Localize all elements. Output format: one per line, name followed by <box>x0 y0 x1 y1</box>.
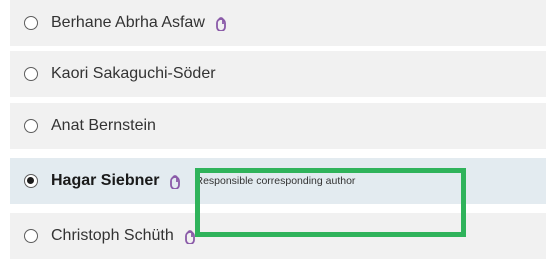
author-name: Hagar Siebner <box>51 172 160 189</box>
radio-checked-icon[interactable] <box>24 174 38 188</box>
author-row-christoph-schuth[interactable]: Christoph Schüth <box>10 213 546 259</box>
responsible-author-label: Responsible corresponding author <box>195 175 356 187</box>
author-name: Berhane Abrha Asfaw <box>51 14 205 31</box>
author-selection-panel: Berhane Abrha Asfaw Kaori Sakaguchi-Söde… <box>0 0 546 276</box>
author-name: Kaori Sakaguchi-Söder <box>51 65 216 82</box>
radio-unchecked-icon[interactable] <box>24 229 38 243</box>
orcid-link-icon[interactable] <box>184 228 196 244</box>
author-row-hagar-siebner[interactable]: Hagar Siebner Responsible corresponding … <box>10 158 546 204</box>
author-row-berhane-abrha-asfaw[interactable]: Berhane Abrha Asfaw <box>10 0 546 46</box>
author-list: Berhane Abrha Asfaw Kaori Sakaguchi-Söde… <box>10 0 546 276</box>
orcid-link-icon[interactable] <box>169 173 181 189</box>
author-name: Christoph Schüth <box>51 227 174 244</box>
radio-unchecked-icon[interactable] <box>24 119 38 133</box>
author-row-kaori-sakaguchi-soder[interactable]: Kaori Sakaguchi-Söder <box>10 51 546 97</box>
orcid-link-icon[interactable] <box>215 15 227 31</box>
author-row-anat-bernstein[interactable]: Anat Bernstein <box>10 103 546 149</box>
author-name: Anat Bernstein <box>51 117 156 134</box>
radio-unchecked-icon[interactable] <box>24 16 38 30</box>
radio-unchecked-icon[interactable] <box>24 67 38 81</box>
